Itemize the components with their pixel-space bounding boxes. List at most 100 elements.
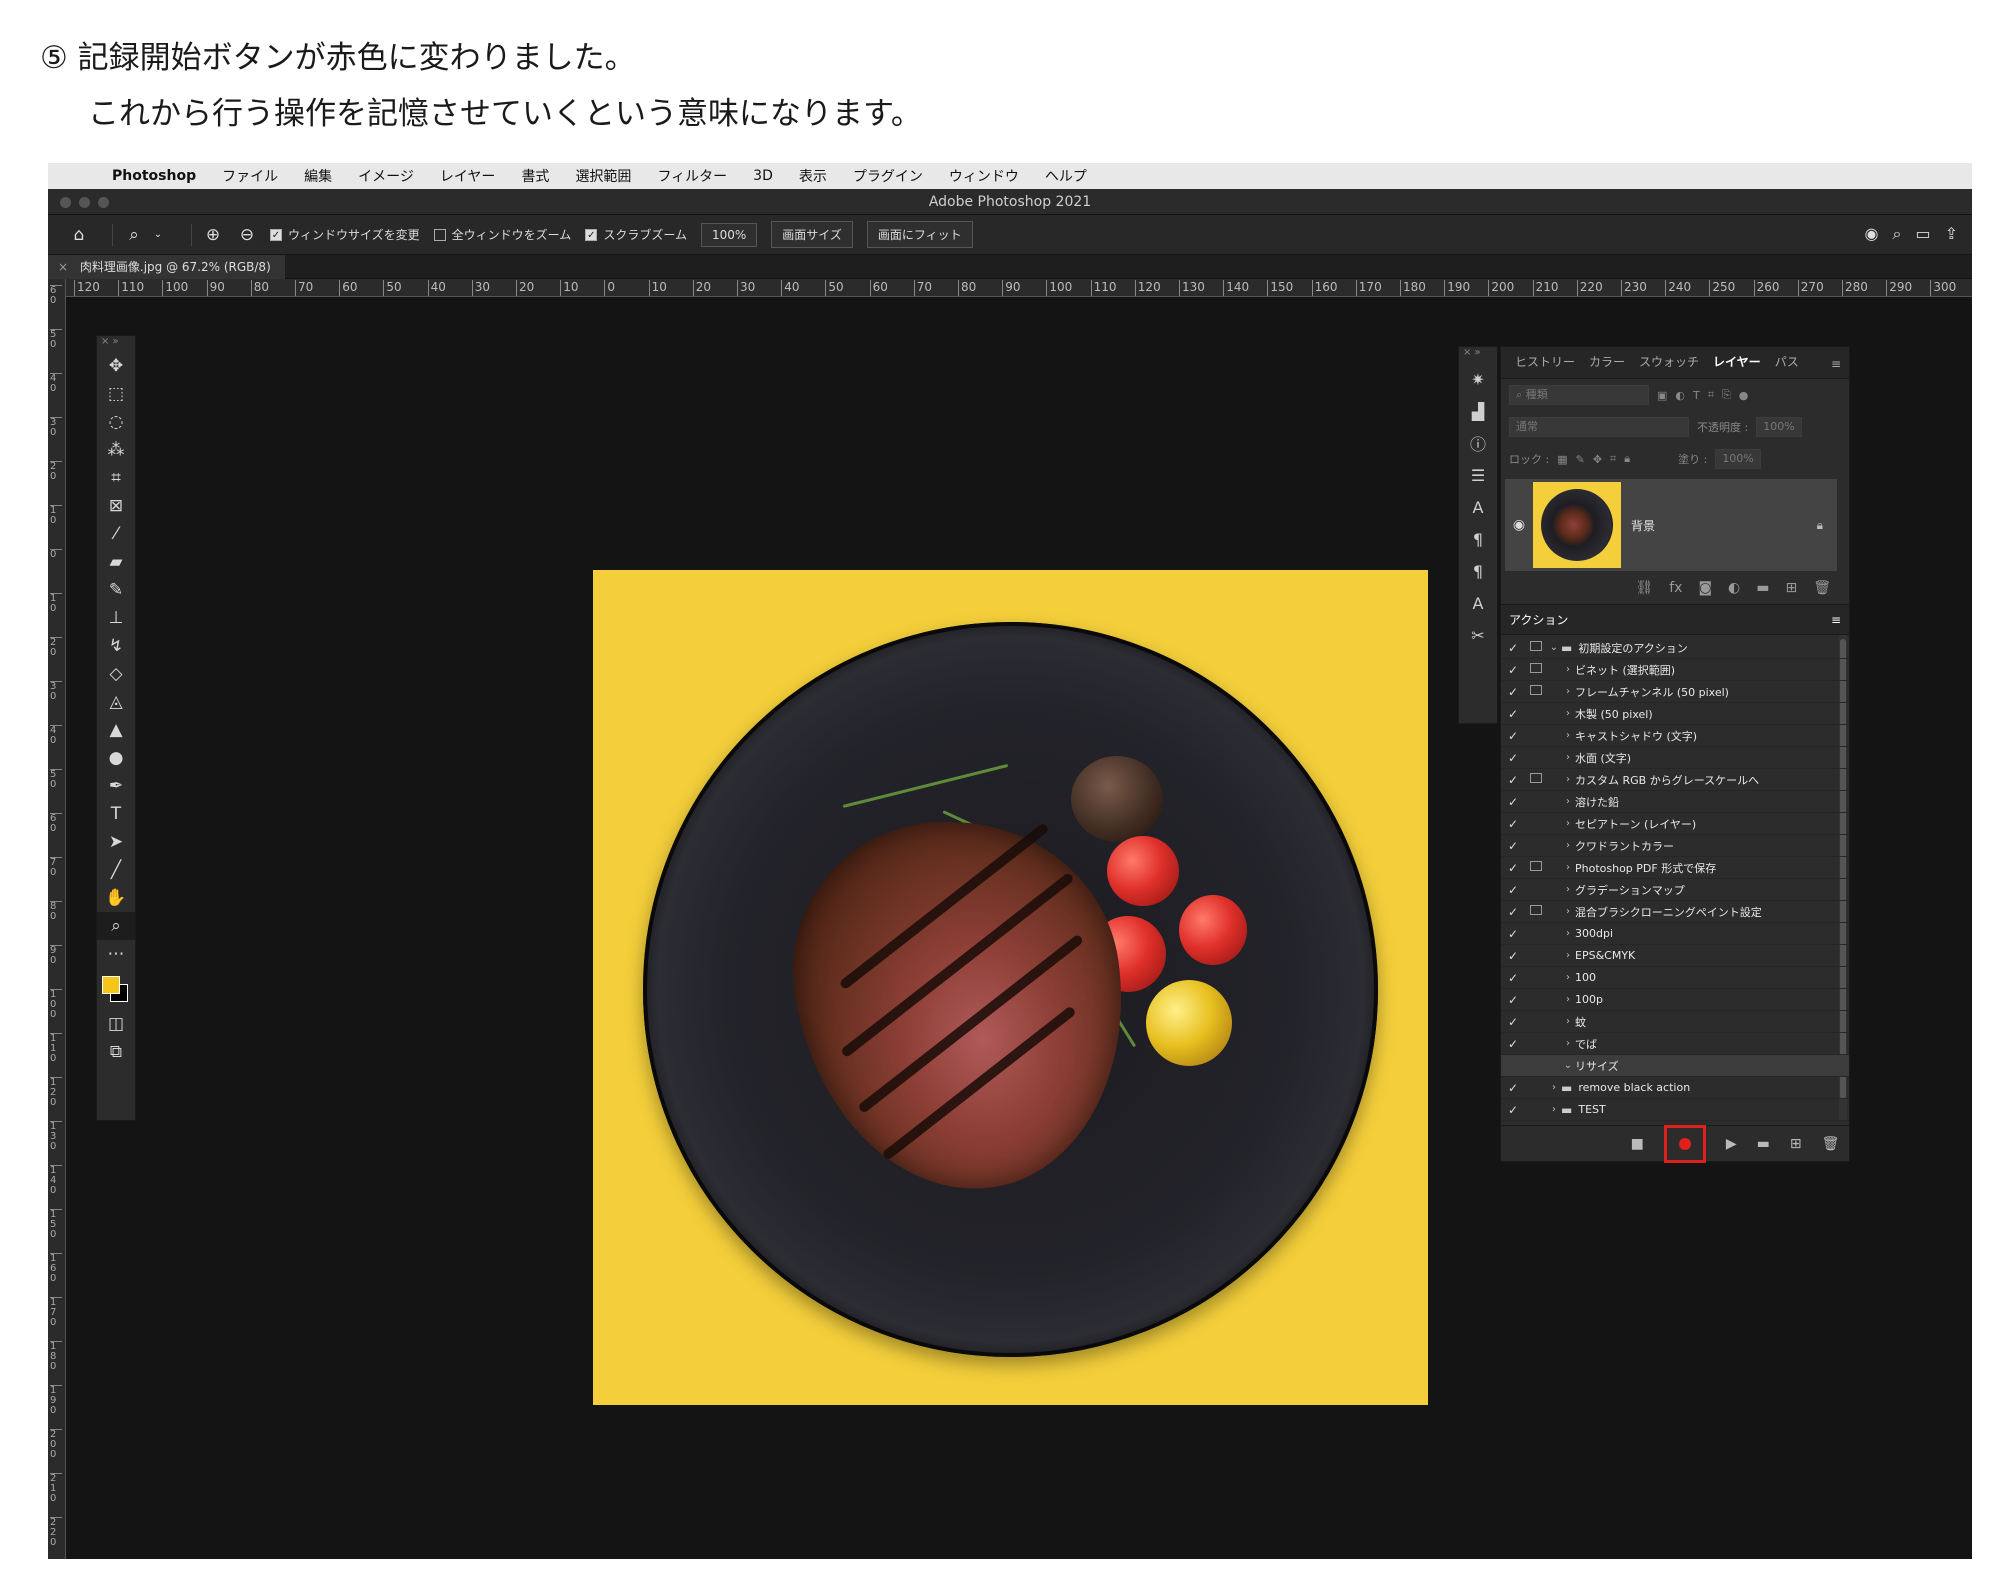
filter-pixel-icon[interactable]: ▣ bbox=[1657, 389, 1667, 402]
marquee-tool-icon[interactable]: ⬚ bbox=[97, 380, 135, 408]
dialog-toggle[interactable] bbox=[1525, 971, 1547, 984]
link-layers-icon[interactable]: ⛓ bbox=[1635, 580, 1653, 596]
action-row[interactable]: ✓ › EPS&CMYK bbox=[1501, 945, 1849, 967]
filter-type-icon[interactable]: T bbox=[1693, 389, 1700, 402]
dialog-toggle[interactable] bbox=[1525, 729, 1547, 742]
dialog-toggle[interactable] bbox=[1525, 949, 1547, 962]
lock-all-icon[interactable]: 🔒︎ bbox=[1624, 452, 1630, 466]
dialog-toggle[interactable] bbox=[1525, 663, 1547, 676]
filter-smart-object-icon[interactable]: ⎘ bbox=[1722, 388, 1731, 402]
hand-tool-icon[interactable]: ✋ bbox=[97, 884, 135, 912]
menu-window[interactable]: ウィンドウ bbox=[949, 166, 1019, 186]
action-row[interactable]: ✓ › 混合ブラシクローニングペイント設定 bbox=[1501, 901, 1849, 923]
color-swatches[interactable] bbox=[97, 968, 135, 1010]
new-action-icon[interactable]: ⊞ bbox=[1790, 1136, 1802, 1152]
chevron-down-icon[interactable]: ⌄ bbox=[147, 224, 169, 246]
dialog-toggle[interactable] bbox=[1525, 883, 1547, 896]
chevron-right-icon[interactable]: › bbox=[1561, 664, 1575, 675]
chevron-right-icon[interactable]: › bbox=[1561, 950, 1575, 961]
chevron-right-icon[interactable]: › bbox=[1561, 840, 1575, 851]
layer-row-background[interactable]: ◉ 背景 🔒︎ bbox=[1505, 479, 1837, 571]
check-icon[interactable]: ✓ bbox=[1501, 729, 1525, 743]
menu-app[interactable]: Photoshop bbox=[112, 168, 196, 184]
action-row[interactable]: ✓ › でば bbox=[1501, 1033, 1849, 1055]
magic-wand-tool-icon[interactable]: ⁂ bbox=[97, 436, 135, 464]
close-window-button[interactable] bbox=[60, 197, 71, 208]
action-row[interactable]: ✓ › Photoshop PDF 形式で保存 bbox=[1501, 857, 1849, 879]
check-icon[interactable]: ✓ bbox=[1501, 1103, 1525, 1117]
chevron-down-icon[interactable]: ⌄ bbox=[1561, 1060, 1575, 1071]
action-row[interactable]: ✓ › セピアトーン (レイヤー) bbox=[1501, 813, 1849, 835]
character-styles-icon[interactable]: A bbox=[1459, 587, 1497, 619]
lock-position-icon[interactable]: ✥ bbox=[1593, 453, 1602, 466]
action-row[interactable]: ✓ › ビネット (選択範囲) bbox=[1501, 659, 1849, 681]
quick-mask-icon[interactable]: ◫ bbox=[97, 1010, 135, 1038]
check-icon[interactable]: ✓ bbox=[1501, 839, 1525, 853]
navigator-icon[interactable]: ✷ bbox=[1459, 363, 1497, 395]
action-row[interactable]: ✓ › 100p bbox=[1501, 989, 1849, 1011]
zoom-in-icon[interactable]: ⊕ bbox=[202, 224, 224, 246]
brush-tool-icon[interactable]: ✎ bbox=[97, 576, 135, 604]
search-icon[interactable]: ⌕ bbox=[1893, 224, 1902, 244]
chevron-right-icon[interactable]: › bbox=[1561, 752, 1575, 763]
home-icon[interactable]: ⌂ bbox=[68, 224, 90, 246]
check-icon[interactable]: ✓ bbox=[1501, 773, 1525, 787]
move-tool-icon[interactable]: ✥ bbox=[97, 352, 135, 380]
zoom-window-button[interactable] bbox=[98, 197, 109, 208]
eyedropper-tool-icon[interactable]: ⁄ bbox=[97, 520, 135, 548]
check-icon[interactable]: ✓ bbox=[1501, 883, 1525, 897]
minimize-window-button[interactable] bbox=[79, 197, 90, 208]
stamp-tool-icon[interactable]: ⊥ bbox=[97, 604, 135, 632]
tab-color[interactable]: カラー bbox=[1583, 353, 1633, 378]
info-icon[interactable]: ⓘ bbox=[1459, 427, 1497, 459]
chevron-right-icon[interactable]: › bbox=[1547, 1104, 1561, 1115]
lock-pixels-icon[interactable]: ✎ bbox=[1576, 453, 1585, 466]
frame-tool-icon[interactable]: ⊠ bbox=[97, 492, 135, 520]
check-icon[interactable]: ✓ bbox=[1501, 663, 1525, 677]
action-row[interactable]: ✓ › 蚊 bbox=[1501, 1011, 1849, 1033]
chevron-right-icon[interactable]: › bbox=[1561, 1016, 1575, 1027]
crop-tool-icon[interactable]: ⌗ bbox=[97, 464, 135, 492]
check-icon[interactable]: ✓ bbox=[1501, 949, 1525, 963]
close-tab-icon[interactable]: × bbox=[58, 260, 68, 274]
check-icon[interactable]: ✓ bbox=[1501, 795, 1525, 809]
check-icon[interactable]: ✓ bbox=[1501, 905, 1525, 919]
dialog-toggle[interactable] bbox=[1525, 641, 1547, 654]
dialog-toggle[interactable] bbox=[1525, 685, 1547, 698]
paragraph-icon[interactable]: ¶ bbox=[1459, 523, 1497, 555]
fit-screen-button[interactable]: 画面サイズ bbox=[771, 221, 853, 248]
check-icon[interactable]: ✓ bbox=[1501, 927, 1525, 941]
filter-adjustment-icon[interactable]: ◐ bbox=[1675, 389, 1685, 402]
path-selection-tool-icon[interactable]: ➤ bbox=[97, 828, 135, 856]
screen-mode-icon[interactable]: ⧉ bbox=[97, 1038, 135, 1066]
action-set-row[interactable]: ✓ › ▬ TEST bbox=[1501, 1099, 1849, 1121]
menu-view[interactable]: 表示 bbox=[799, 166, 827, 186]
tab-layers[interactable]: レイヤー bbox=[1707, 353, 1769, 378]
eye-icon[interactable]: ◉ bbox=[1505, 517, 1533, 533]
learn-icon[interactable]: ◉ bbox=[1865, 224, 1879, 244]
chevron-right-icon[interactable]: › bbox=[1561, 708, 1575, 719]
chevron-right-icon[interactable]: › bbox=[1561, 818, 1575, 829]
type-tool-icon[interactable]: T bbox=[97, 800, 135, 828]
healing-brush-tool-icon[interactable]: ▰ bbox=[97, 548, 135, 576]
stop-icon[interactable]: ■ bbox=[1631, 1136, 1644, 1152]
action-row[interactable]: ✓ › 100 bbox=[1501, 967, 1849, 989]
action-row[interactable]: ✓ › グラデーションマップ bbox=[1501, 879, 1849, 901]
action-row[interactable]: ✓ › カスタム RGB からグレースケールへ bbox=[1501, 769, 1849, 791]
blend-mode-select[interactable]: 通常 bbox=[1509, 417, 1689, 437]
workspace-icon[interactable]: ▭ bbox=[1915, 224, 1930, 244]
check-icon[interactable]: ✓ bbox=[1501, 861, 1525, 875]
chevron-right-icon[interactable]: › bbox=[1561, 1038, 1575, 1049]
resize-windows-checkbox[interactable]: ✓ ウィンドウサイズを変更 bbox=[270, 226, 420, 243]
dialog-toggle[interactable] bbox=[1525, 927, 1547, 940]
share-icon[interactable]: ⇪ bbox=[1945, 224, 1958, 244]
actions-menu-icon[interactable]: ≡ bbox=[1831, 613, 1841, 627]
chevron-right-icon[interactable]: › bbox=[1561, 796, 1575, 807]
action-row-recording[interactable]: ⌄ リサイズ bbox=[1501, 1055, 1849, 1077]
lasso-tool-icon[interactable]: ◌ bbox=[97, 408, 135, 436]
check-icon[interactable]: ✓ bbox=[1501, 751, 1525, 765]
chevron-right-icon[interactable]: › bbox=[1561, 972, 1575, 983]
chevron-right-icon[interactable]: › bbox=[1547, 1082, 1561, 1093]
eraser-tool-icon[interactable]: ◇ bbox=[97, 660, 135, 688]
layer-filter-select[interactable]: ⌕ 種類 bbox=[1509, 385, 1649, 405]
